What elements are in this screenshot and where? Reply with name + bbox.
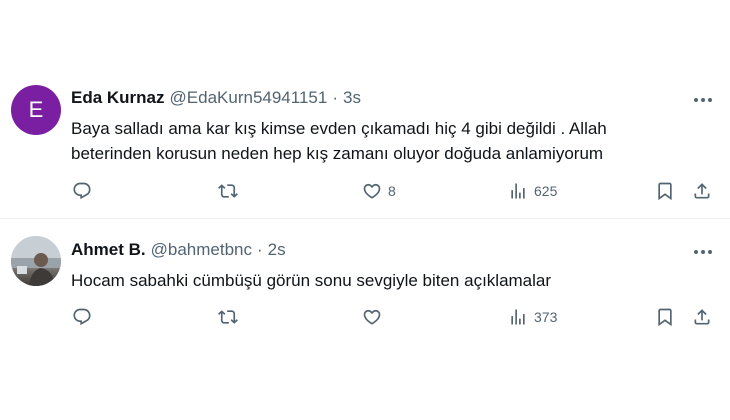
tweet[interactable]: E Eda Kurnaz @EdaKurn54941151 · 3s Baya … [0, 66, 730, 218]
retweet-button[interactable] [218, 305, 244, 329]
views-icon [511, 183, 525, 199]
share-icon [694, 183, 710, 199]
like-button[interactable] [362, 305, 388, 329]
tweet-text-line: Hocam sabahki cümbüşü görün sonu sevgiyl… [71, 271, 552, 290]
separator-dot: · [332, 88, 338, 107]
author-handle[interactable]: @EdaKurn54941151 [170, 88, 328, 108]
more-horizontal-icon [694, 250, 712, 254]
tweet[interactable]: Ahmet B. @bahmetbnc · 2s Hocam sabahki c… [0, 219, 730, 349]
share-button[interactable] [692, 179, 712, 203]
more-options-button[interactable] [692, 90, 714, 110]
share-button[interactable] [692, 305, 712, 329]
like-button[interactable]: 8 [362, 179, 396, 203]
timestamp[interactable]: 2s [268, 240, 286, 260]
reply-button[interactable] [72, 305, 98, 329]
avatar-letter: E [28, 97, 44, 122]
more-horizontal-icon [694, 98, 712, 102]
reply-icon [73, 182, 91, 200]
avatar[interactable]: E [11, 85, 61, 135]
views-button[interactable]: 373 [508, 305, 557, 329]
tweet-text: Hocam sabahki cümbüşü görün sonu sevgiyl… [71, 268, 691, 293]
tweet-text-line: beterinden korusun neden hep kış zamanı … [71, 144, 604, 163]
bookmark-button[interactable] [655, 179, 675, 203]
views-icon [511, 309, 525, 325]
avatar-photo-image [11, 236, 61, 286]
more-options-button[interactable] [692, 242, 714, 262]
bookmark-icon [658, 308, 672, 327]
bookmark-icon [658, 182, 672, 201]
bookmark-button[interactable] [655, 305, 675, 329]
timestamp[interactable]: 3s [343, 88, 361, 108]
tweet-header: Ahmet B. @bahmetbnc · 2s [71, 240, 286, 260]
author-name[interactable]: Eda Kurnaz [71, 88, 165, 108]
retweet-icon [218, 184, 238, 198]
tweet-actions: 8 625 [0, 179, 730, 203]
reply-button[interactable] [72, 179, 98, 203]
heart-icon [363, 183, 381, 199]
avatar[interactable] [11, 236, 61, 286]
author-handle[interactable]: @bahmetbnc [151, 240, 252, 260]
retweet-button[interactable] [218, 179, 244, 203]
separator-dot: · [257, 240, 263, 259]
heart-icon [363, 309, 381, 325]
views-button[interactable]: 625 [508, 179, 557, 203]
retweet-icon [218, 310, 238, 324]
tweet-header: Eda Kurnaz @EdaKurn54941151 · 3s [71, 88, 361, 108]
author-name[interactable]: Ahmet B. [71, 240, 146, 260]
like-count: 8 [388, 183, 396, 199]
tweet-actions: 373 [0, 305, 730, 329]
share-icon [694, 309, 710, 325]
tweet-text: Baya salladı ama kar kış kimse evden çık… [71, 116, 691, 166]
views-count: 373 [534, 309, 558, 325]
reply-icon [73, 308, 91, 326]
tweet-text-line: Baya salladı ama kar kış kimse evden çık… [71, 119, 607, 138]
views-count: 625 [534, 183, 558, 199]
